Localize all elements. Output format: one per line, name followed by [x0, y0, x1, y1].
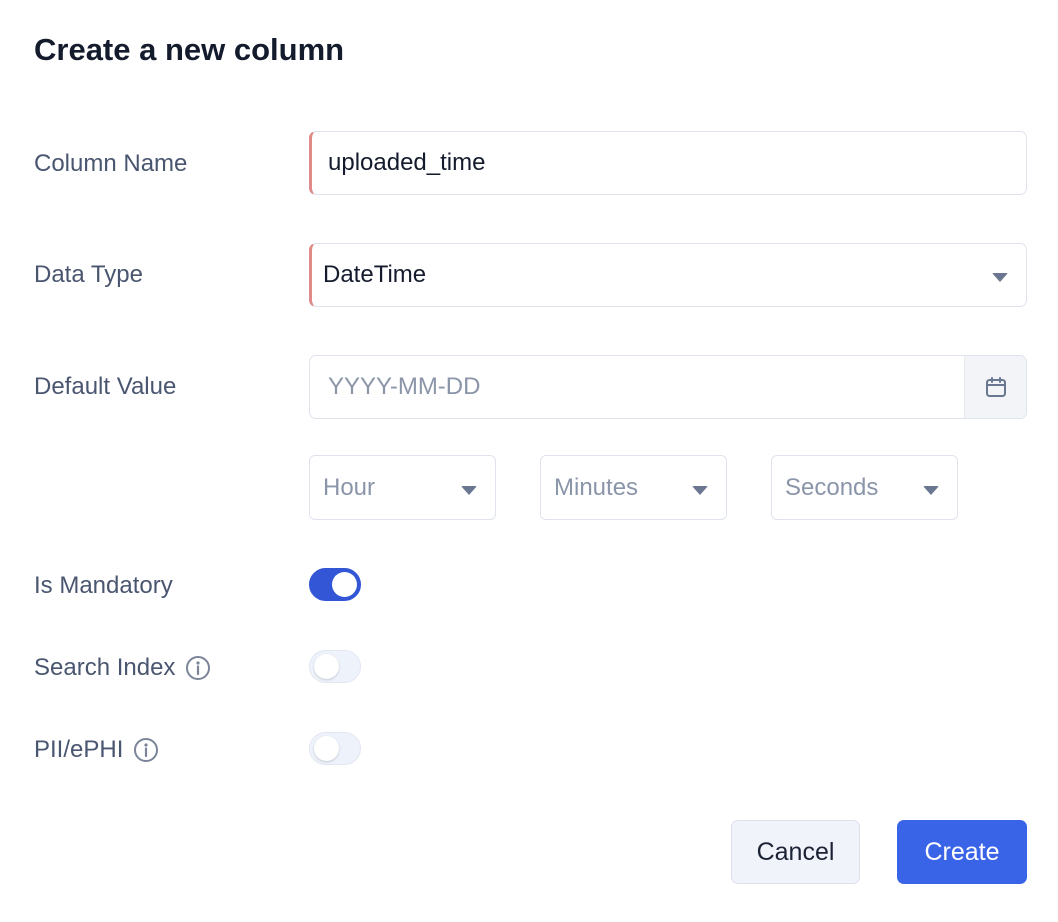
date-placeholder: YYYY-MM-DD	[328, 373, 481, 400]
toggle-knob	[314, 736, 339, 761]
search-index-label: Search Index	[34, 652, 211, 684]
is-mandatory-toggle[interactable]	[309, 568, 361, 601]
dialog-title: Create a new column	[34, 32, 345, 67]
pii-ephi-label-text: PII/ePHI	[34, 736, 124, 763]
data-type-value: DateTime	[323, 261, 427, 288]
pii-ephi-label: PII/ePHI	[34, 734, 159, 766]
column-name-input[interactable]: uploaded_time	[309, 131, 1027, 195]
data-type-select[interactable]: DateTime	[309, 243, 1027, 307]
data-type-label-text: Data Type	[34, 261, 143, 288]
column-name-label: Column Name	[34, 148, 187, 180]
chevron-down-icon	[461, 486, 477, 495]
default-value-label: Default Value	[34, 371, 176, 403]
calendar-icon	[985, 377, 1006, 397]
search-index-toggle[interactable]	[309, 650, 361, 683]
minutes-select[interactable]: Minutes	[540, 455, 727, 520]
data-type-label: Data Type	[34, 259, 143, 291]
is-mandatory-label: Is Mandatory	[34, 570, 173, 602]
column-name-label-text: Column Name	[34, 150, 188, 177]
seconds-placeholder: Seconds	[785, 473, 879, 501]
pii-ephi-toggle[interactable]	[309, 732, 361, 765]
column-name-value: uploaded_time	[328, 149, 486, 176]
seconds-select[interactable]: Seconds	[771, 455, 958, 520]
default-date-input[interactable]: YYYY-MM-DD	[309, 355, 1027, 419]
hour-placeholder: Hour	[323, 473, 376, 501]
search-index-label-text: Search Index	[34, 654, 176, 681]
info-icon[interactable]	[133, 737, 159, 763]
toggle-knob	[314, 654, 339, 679]
info-icon[interactable]	[185, 655, 211, 681]
toggle-knob	[332, 572, 357, 597]
create-button[interactable]: Create	[897, 820, 1027, 884]
default-value-label-text: Default Value	[34, 373, 177, 400]
cancel-button[interactable]: Cancel	[731, 820, 860, 884]
chevron-down-icon	[992, 273, 1008, 282]
is-mandatory-label-text: Is Mandatory	[34, 572, 173, 599]
hour-select[interactable]: Hour	[309, 455, 496, 520]
minutes-placeholder: Minutes	[554, 473, 639, 501]
chevron-down-icon	[692, 486, 708, 495]
chevron-down-icon	[923, 486, 939, 495]
calendar-button[interactable]	[964, 356, 1026, 418]
